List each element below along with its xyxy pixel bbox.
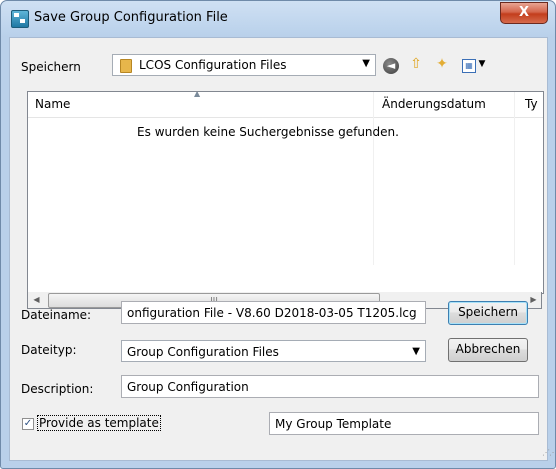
column-header-type-label: Ty (525, 97, 538, 111)
template-checkbox-label[interactable]: Provide as template (37, 415, 161, 431)
save-in-label: Speichern (21, 60, 81, 74)
file-list[interactable]: Name ▲ Änderungsdatum Ty Es wurden keine… (27, 91, 544, 294)
new-folder-icon[interactable]: ✦ (434, 56, 450, 72)
title-bar[interactable]: Save Group Configuration File X (1, 1, 555, 37)
sort-ascending-icon: ▲ (194, 91, 201, 98)
filename-value: onfiguration File - V8.60 D2018-03-05 T1… (127, 306, 417, 320)
up-folder-icon[interactable]: ⇧ (408, 56, 424, 72)
scroll-left-icon[interactable]: ◀ (28, 292, 45, 308)
empty-results-message: Es wurden keine Suchergebnisse gefunden. (137, 125, 399, 139)
template-name-input[interactable]: My Group Template (269, 412, 539, 435)
column-header-date-label: Änderungsdatum (382, 97, 486, 111)
description-input[interactable]: Group Configuration (121, 375, 539, 398)
resize-grip-icon[interactable]: ⋰⋰ (542, 448, 555, 457)
filetype-value: Group Configuration Files (127, 345, 279, 359)
filetype-select[interactable]: Group Configuration Files ▼ (121, 340, 426, 362)
dialog-window: Save Group Configuration File X Speicher… (0, 0, 556, 469)
dialog-body: Speichern LCOS Configuration Files ▼ ◄ ⇧… (9, 37, 555, 461)
close-button[interactable]: X (500, 2, 548, 24)
cancel-button[interactable]: Abbrechen (448, 338, 528, 362)
column-divider (514, 92, 515, 265)
column-header-name-label: Name (35, 97, 71, 111)
save-button[interactable]: Speichern (448, 301, 528, 325)
back-icon[interactable]: ◄ (383, 58, 399, 74)
template-checkbox-label-text: Provide as template (37, 415, 161, 431)
description-label: Description: (21, 382, 94, 396)
column-header-date[interactable]: Änderungsdatum (374, 92, 514, 118)
window-title: Save Group Configuration File (34, 10, 228, 25)
description-value: Group Configuration (127, 380, 249, 394)
column-header-name[interactable]: Name ▲ (28, 92, 373, 118)
column-header-type[interactable]: Ty (515, 92, 543, 118)
filename-input[interactable]: onfiguration File - V8.60 D2018-03-05 T1… (121, 301, 426, 324)
column-divider (373, 92, 374, 265)
views-dropdown-arrow-icon[interactable]: ▼ (474, 56, 490, 72)
chevron-down-icon: ▼ (412, 346, 420, 357)
save-in-folder-name: LCOS Configuration Files (139, 58, 287, 72)
chevron-down-icon: ▼ (362, 58, 370, 69)
filename-label: Dateiname: (21, 308, 92, 322)
template-name-value: My Group Template (275, 417, 392, 431)
template-checkbox[interactable]: ✓ (22, 418, 34, 430)
app-icon (11, 10, 29, 28)
save-in-combo[interactable]: LCOS Configuration Files ▼ (112, 54, 376, 76)
filetype-label: Dateityp: (21, 343, 77, 357)
folder-icon (120, 59, 132, 73)
